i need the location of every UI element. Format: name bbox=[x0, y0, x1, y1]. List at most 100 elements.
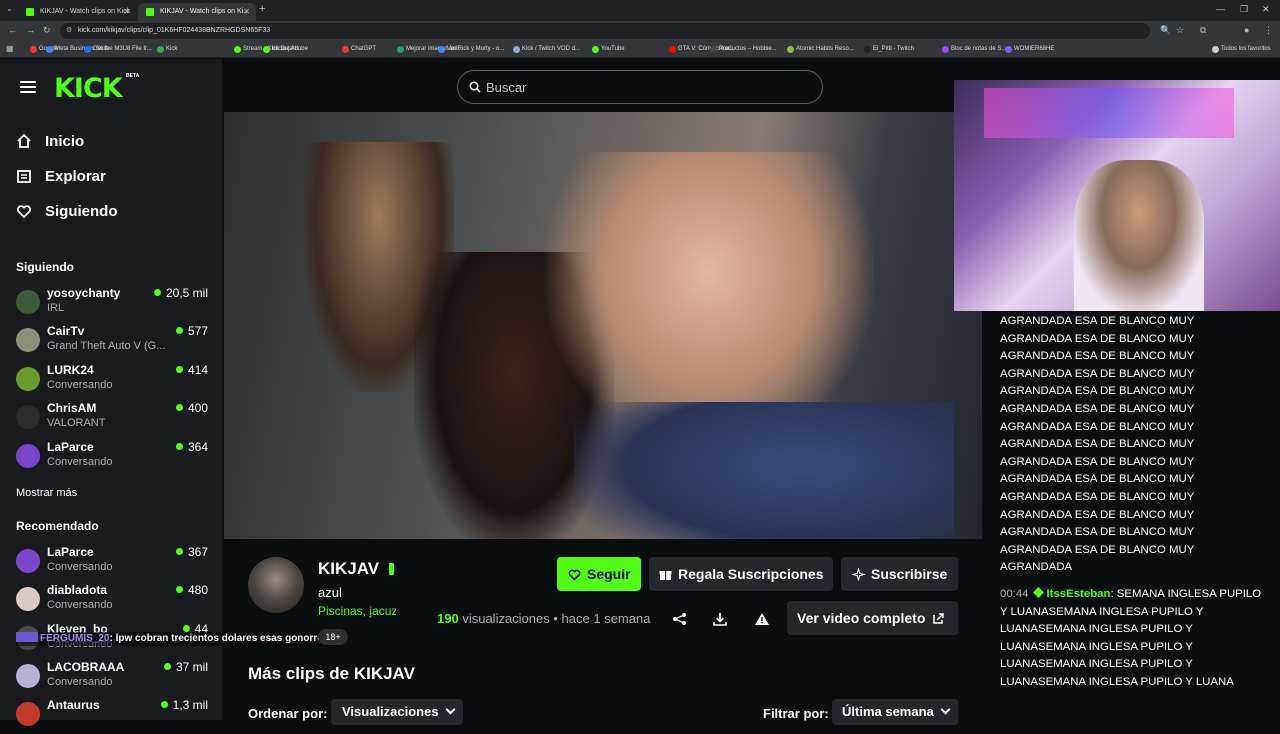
channel-item[interactable]: ChrisAM VALORANT 400 bbox=[16, 401, 212, 437]
bookmark-favicon-icon bbox=[669, 46, 676, 53]
bookmark-favicon-icon bbox=[157, 46, 164, 53]
window-close-icon[interactable]: ✕ bbox=[1262, 4, 1270, 15]
browser-tab[interactable]: KIKJAV - Watch clips on Kick ✕ bbox=[18, 3, 136, 21]
site-info-icon[interactable]: ⚙ bbox=[66, 23, 72, 39]
apps-grid-icon[interactable]: ▦ bbox=[6, 44, 14, 53]
chat-username[interactable]: ItssEsteban bbox=[1047, 588, 1111, 600]
bookmark-item[interactable]: Get the M3U8 File fr... bbox=[84, 41, 152, 58]
viewer-count: 480 bbox=[176, 583, 208, 597]
nav-explorar[interactable]: Explorar bbox=[16, 164, 106, 188]
channel-name: Antaurus bbox=[47, 698, 100, 712]
url-field[interactable]: ⚙ kick.com/kikjav/clips/clip_01K6HF02443… bbox=[60, 23, 1150, 39]
viewer-count: 364 bbox=[176, 440, 208, 454]
watch-full-video-button[interactable]: Ver video completo bbox=[787, 601, 958, 635]
channel-category: Conversando bbox=[47, 561, 113, 573]
forward-icon[interactable]: → bbox=[26, 25, 35, 35]
bookmark-favicon-icon bbox=[46, 46, 53, 53]
tab-list-icon[interactable]: ⌄ bbox=[6, 4, 13, 13]
channel-item[interactable]: LURK24 Conversando 414 bbox=[16, 363, 212, 399]
verified-icon bbox=[389, 563, 394, 575]
channel-item[interactable]: LaParce Conversando 367 bbox=[16, 545, 212, 581]
channel-item[interactable]: LACOBRAAA Conversando 37 mil bbox=[16, 660, 212, 696]
bookmark-item[interactable]: Ver Rick y Morty - o... bbox=[438, 41, 504, 58]
bookmark-item[interactable]: Inicio | Adobe bbox=[263, 41, 308, 58]
maximize-icon[interactable]: ❐ bbox=[1240, 4, 1248, 15]
sort-dropdown[interactable]: Visualizaciones bbox=[331, 699, 463, 725]
bookmark-label: Todos los favoritos bbox=[1221, 46, 1271, 52]
new-tab-icon[interactable]: + bbox=[259, 3, 265, 15]
report-warning-icon[interactable] bbox=[754, 612, 770, 626]
bookmark-favicon-icon bbox=[787, 46, 794, 53]
menu-dots-icon[interactable]: ⋮ bbox=[1264, 25, 1273, 36]
streamer-figure bbox=[1074, 160, 1204, 311]
bookmark-item[interactable]: El_Pitti - Twitch bbox=[864, 41, 914, 58]
channel-item[interactable]: LaParce Conversando 364 bbox=[16, 440, 212, 476]
bookmark-star-icon[interactable]: ☆ bbox=[1176, 25, 1184, 36]
streamer-webcam-overlay bbox=[954, 80, 1280, 311]
viewer-count: 577 bbox=[176, 324, 208, 338]
reload-icon[interactable]: ↻ bbox=[43, 25, 51, 36]
nav-label: Siguiendo bbox=[45, 202, 118, 220]
clip-video-player[interactable] bbox=[224, 112, 982, 539]
gift-subs-button[interactable]: Regala Suscripciones bbox=[649, 557, 833, 591]
bookmark-item[interactable]: Todos los favoritos bbox=[1212, 41, 1271, 58]
bookmark-item[interactable]: Kick / Twitch VOD d... bbox=[513, 41, 580, 58]
channel-item[interactable]: diabladota Conversando 480 bbox=[16, 583, 212, 619]
video-frame-figure bbox=[574, 402, 954, 539]
search-icon bbox=[469, 81, 481, 93]
bookmark-favicon-icon bbox=[592, 46, 599, 53]
bookmark-item[interactable]: Atomic Habits Reso... bbox=[787, 41, 854, 58]
viewer-count: 20,5 mil bbox=[154, 286, 208, 300]
menu-hamburger-icon[interactable] bbox=[20, 81, 36, 93]
bookmark-favicon-icon bbox=[864, 46, 871, 53]
avatar bbox=[16, 587, 40, 611]
show-more-link[interactable]: Mostrar más bbox=[16, 487, 77, 499]
kick-favicon-icon bbox=[146, 8, 154, 16]
follow-button[interactable]: Seguir bbox=[557, 557, 641, 591]
bookmark-item[interactable]: Kick bbox=[157, 41, 177, 58]
search-box[interactable] bbox=[457, 70, 823, 104]
bookmark-label: Inicio | Adobe bbox=[272, 46, 308, 52]
back-icon[interactable]: ← bbox=[8, 25, 17, 35]
channel-category: VALORANT bbox=[47, 417, 106, 429]
download-icon[interactable] bbox=[712, 612, 728, 626]
chat-line: AGRANDADA ESA DE BLANCO MUY bbox=[1000, 332, 1195, 345]
bookmark-favicon-icon bbox=[513, 46, 520, 53]
nav-siguiendo[interactable]: Siguiendo bbox=[16, 199, 118, 223]
clip-age: • hace 1 semana bbox=[553, 611, 651, 626]
bookmark-item[interactable]: Productos – Hobbie... bbox=[710, 41, 777, 58]
chevron-down-icon bbox=[445, 704, 456, 715]
extensions-icon[interactable]: ⧉ bbox=[1200, 25, 1206, 36]
browser-tab-active[interactable]: KIKJAV - Watch clips on Ki... ✕ bbox=[138, 3, 256, 21]
channel-item[interactable]: Antaurus 1,3 mil bbox=[16, 698, 212, 734]
zoom-icon[interactable]: 🔍 bbox=[1160, 25, 1171, 36]
search-input[interactable] bbox=[486, 77, 786, 97]
sort-value: Visualizaciones bbox=[342, 704, 439, 719]
subscribe-button[interactable]: Suscribirse bbox=[841, 557, 958, 591]
neon-sign bbox=[984, 88, 1234, 138]
clip-category[interactable]: Piscinas, jacuzzis bbox=[318, 604, 396, 618]
bookmark-item[interactable]: YouTube bbox=[592, 41, 625, 58]
channel-item[interactable]: yosoychanty IRL 20,5 mil bbox=[16, 286, 212, 322]
filter-dropdown[interactable]: Última semana bbox=[832, 699, 958, 725]
chat-line: AGRANDADA ESA DE BLANCO MUY bbox=[1000, 438, 1195, 451]
bookmark-item[interactable]: WOMIER68HE bbox=[1005, 41, 1054, 58]
nav-inicio[interactable]: Inicio bbox=[16, 129, 84, 153]
channel-name[interactable]: KIKJAV bbox=[318, 559, 379, 579]
share-icon[interactable] bbox=[672, 612, 688, 626]
close-icon[interactable]: ✕ bbox=[243, 3, 250, 21]
bookmark-favicon-icon bbox=[397, 46, 404, 53]
channel-item[interactable]: CairTv Grand Theft Auto V (G... 577 bbox=[16, 324, 212, 360]
chat-message: 00:44 ItssEsteban: SEMANA INGLESA PUPILO … bbox=[1000, 586, 1270, 692]
bookmark-item[interactable]: ChatGPT bbox=[342, 41, 376, 58]
channel-name: CairTv bbox=[47, 324, 85, 338]
channel-name: diabladota bbox=[47, 583, 108, 597]
minimize-icon[interactable]: — bbox=[1216, 4, 1225, 14]
bookmark-item[interactable]: Bloc de notas de S... bbox=[942, 41, 1006, 58]
kick-logo[interactable]: KICK bbox=[54, 73, 123, 104]
url-text: kick.com/kikjav/clips/clip_01K6HF024438B… bbox=[78, 27, 271, 34]
profile-avatar-icon[interactable]: ● bbox=[1244, 25, 1249, 35]
close-icon[interactable]: ✕ bbox=[123, 3, 130, 21]
avatar bbox=[16, 405, 40, 429]
channel-avatar[interactable] bbox=[248, 557, 304, 613]
